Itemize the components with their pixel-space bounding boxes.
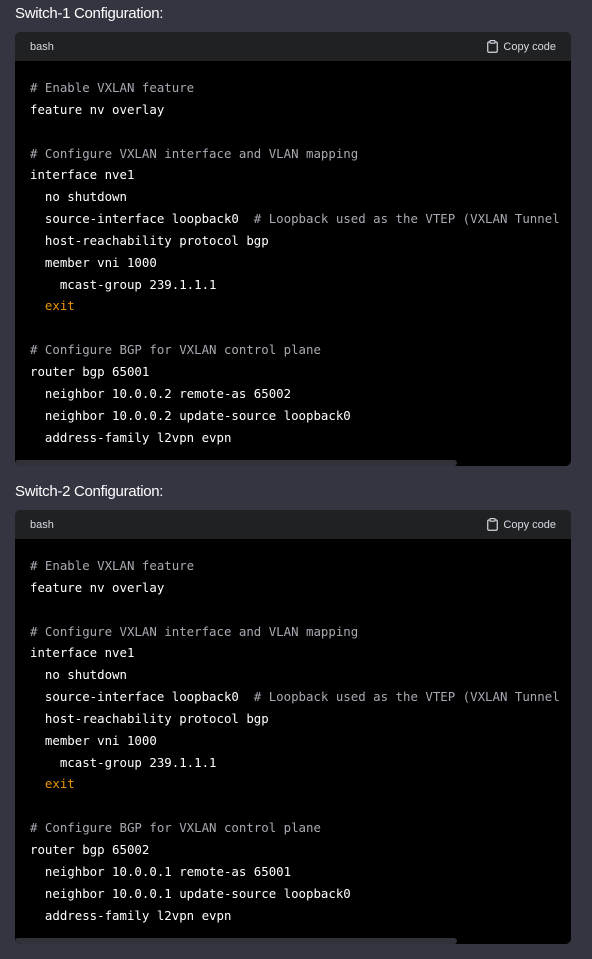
code-line: # Enable VXLAN feature	[30, 555, 571, 577]
code-line: no shutdown	[30, 664, 571, 686]
code-token-plain: router bgp 65001	[30, 363, 150, 379]
copy-code-button[interactable]: Copy code	[487, 40, 556, 53]
code-token-plain: feature nv overlay	[30, 579, 165, 595]
code-line: member vni 1000	[30, 252, 571, 274]
code-line: source-interface loopback0 # Loopback us…	[30, 208, 571, 230]
scrollbar-thumb[interactable]	[15, 460, 457, 466]
section-heading-switch-1: Switch-1 Configuration:	[15, 5, 164, 22]
code-body: # Enable VXLAN feature feature nv overlay…	[15, 539, 571, 944]
scrollbar-thumb[interactable]	[15, 938, 457, 944]
code-token-plain: neighbor 10.0.0.1 update-source loopback…	[30, 885, 351, 901]
code-line: router bgp 65002	[30, 839, 571, 861]
code-token-plain: router bgp 65002	[30, 841, 150, 857]
code-token-keyword: exit	[44, 776, 75, 792]
code-line: source-interface loopback0 # Loopback us…	[30, 686, 571, 708]
code-token-plain: host-reachability protocol bgp	[30, 232, 269, 248]
code-line: interface nve1	[30, 642, 571, 664]
copy-code-label: Copy code	[503, 518, 556, 531]
code-token-plain: address-family l2vpn evpn	[30, 429, 232, 445]
code-line: feature nv overlay	[30, 99, 571, 121]
copy-code-label: Copy code	[503, 40, 556, 53]
code-token-comment: # Loopback used as the VTEP (VXLAN Tunne…	[253, 689, 560, 705]
horizontal-scrollbar[interactable]	[15, 460, 571, 466]
code-token-plain: mcast-group 239.1.1.1	[30, 276, 217, 292]
code-line: feature nv overlay	[30, 577, 571, 599]
clipboard-icon	[487, 40, 499, 53]
code-token-comment: # Configure VXLAN interface and VLAN map…	[30, 623, 359, 639]
code-line: neighbor 10.0.0.1 remote-as 65001	[30, 861, 571, 883]
code-lines: # Enable VXLAN feature feature nv overlay…	[30, 77, 571, 448]
code-token-comment: # Enable VXLAN feature	[30, 80, 195, 95]
code-language-label: bash	[30, 518, 54, 531]
code-token-plain: no shutdown	[30, 667, 127, 683]
code-line: mcast-group 239.1.1.1	[30, 752, 571, 774]
code-token-comment: # Loopback used as the VTEP (VXLAN Tunne…	[253, 211, 560, 227]
code-body: # Enable VXLAN feature feature nv overlay…	[15, 61, 571, 466]
code-token-comment: # Configure VXLAN interface and VLAN map…	[30, 145, 359, 161]
clipboard-icon	[487, 518, 499, 531]
code-line: host-reachability protocol bgp	[30, 708, 571, 730]
code-token-plain: feature nv overlay	[30, 101, 165, 117]
code-line: neighbor 10.0.0.2 update-source loopback…	[30, 405, 571, 427]
code-line: # Configure BGP for VXLAN control plane	[30, 817, 571, 839]
code-line: router bgp 65001	[30, 361, 571, 383]
copy-code-button[interactable]: Copy code	[487, 518, 556, 531]
code-line: host-reachability protocol bgp	[30, 230, 571, 252]
code-line: # Configure BGP for VXLAN control plane	[30, 339, 571, 361]
code-block-switch-2: bash Copy code # Enable VXLAN feature fea…	[15, 510, 571, 944]
code-token-plain: interface nve1	[30, 645, 135, 661]
code-line: # Enable VXLAN feature	[30, 77, 571, 99]
code-token-plain: host-reachability protocol bgp	[30, 710, 269, 726]
code-token-comment: # Configure BGP for VXLAN control plane	[30, 342, 321, 358]
code-token-plain: member vni 1000	[30, 254, 157, 270]
code-line: interface nve1	[30, 164, 571, 186]
horizontal-scrollbar[interactable]	[15, 938, 571, 944]
code-block-switch-1: bash Copy code # Enable VXLAN feature fea…	[15, 32, 571, 466]
code-token-plain: interface nve1	[30, 167, 135, 183]
code-line: neighbor 10.0.0.2 remote-as 65002	[30, 383, 571, 405]
code-token-keyword: exit	[44, 298, 75, 314]
code-line: exit	[30, 773, 571, 795]
code-token-plain: member vni 1000	[30, 732, 157, 748]
code-line: address-family l2vpn evpn	[30, 427, 571, 449]
code-line: exit	[30, 295, 571, 317]
code-token-comment: # Enable VXLAN feature	[30, 558, 195, 573]
code-token-plain: neighbor 10.0.0.2 update-source loopback…	[30, 407, 351, 423]
code-token-plain: address-family l2vpn evpn	[30, 907, 232, 923]
code-header: bash Copy code	[15, 510, 571, 539]
code-line: address-family l2vpn evpn	[30, 905, 571, 927]
code-token-plain: mcast-group 239.1.1.1	[30, 754, 217, 770]
code-token-plain: neighbor 10.0.0.2 remote-as 65002	[30, 385, 292, 401]
code-token-plain: source-interface loopback0	[30, 211, 254, 227]
code-token-plain: source-interface loopback0	[30, 689, 254, 705]
code-line: mcast-group 239.1.1.1	[30, 274, 571, 296]
code-lines: # Enable VXLAN feature feature nv overlay…	[30, 555, 571, 926]
code-header: bash Copy code	[15, 32, 571, 61]
code-line: # Configure VXLAN interface and VLAN map…	[30, 621, 571, 643]
code-line: no shutdown	[30, 186, 571, 208]
code-token-plain: neighbor 10.0.0.1 remote-as 65001	[30, 863, 292, 879]
code-line: neighbor 10.0.0.1 update-source loopback…	[30, 883, 571, 905]
code-line: member vni 1000	[30, 730, 571, 752]
code-token-comment: # Configure BGP for VXLAN control plane	[30, 820, 321, 836]
code-token-plain: no shutdown	[30, 189, 127, 205]
code-language-label: bash	[30, 40, 54, 53]
section-heading-switch-2: Switch-2 Configuration:	[15, 483, 164, 500]
code-line: # Configure VXLAN interface and VLAN map…	[30, 143, 571, 165]
